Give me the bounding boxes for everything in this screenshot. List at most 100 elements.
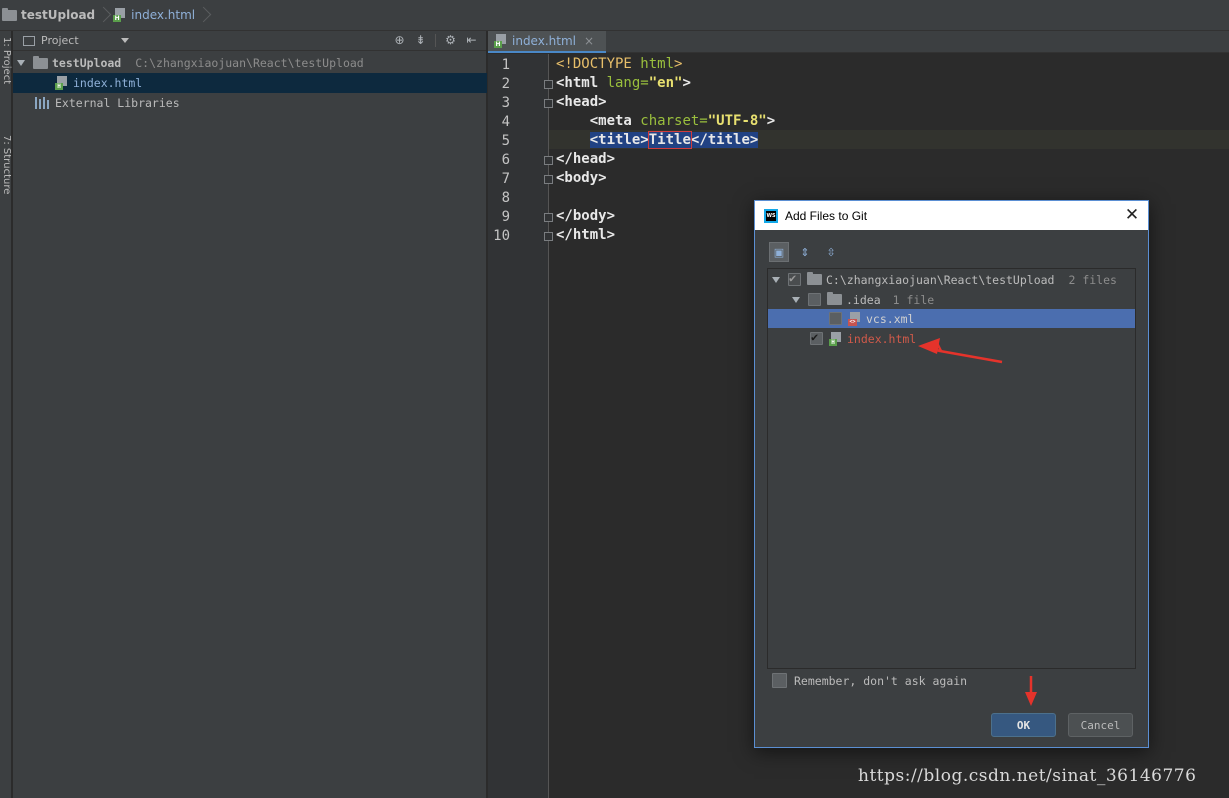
html-file-icon: H (494, 34, 507, 48)
tree-row-label: vcs.xml (866, 311, 915, 326)
remember-option[interactable]: Remember, don't ask again (772, 673, 967, 688)
tree-row-vcs-xml[interactable]: <> vcs.xml (768, 309, 1135, 328)
project-tool-tab[interactable]: 1: Project (0, 37, 12, 84)
html-file-icon: H (55, 76, 68, 90)
breadcrumb-project[interactable]: testUpload (2, 0, 101, 30)
close-icon[interactable]: ✕ (1124, 206, 1140, 224)
add-files-to-git-dialog: Add Files to Git ✕ ▣ ⇕ ⇳ C:\zhangxiaojua… (754, 200, 1149, 748)
code-line-1[interactable]: <!DOCTYPE html> (556, 56, 682, 72)
project-panel-header: Project ⊕ ⇟ ⚙ ⇤ (13, 31, 486, 51)
tree-row-label: .idea (846, 292, 881, 307)
editor-tab[interactable]: H index.html × (488, 31, 606, 53)
line-number: 6 (501, 152, 510, 168)
collapse-all-icon[interactable]: ⇳ (821, 242, 841, 262)
line-gutter: 1 2 3 4 5 6 7 8 9 10 (488, 54, 548, 798)
breadcrumb-project-label: testUpload (21, 8, 96, 22)
remember-checkbox[interactable] (772, 673, 787, 688)
breadcrumb-separator (201, 0, 209, 31)
expand-arrow-icon[interactable] (17, 60, 25, 66)
tree-item-path: C:\zhangxiaojuan\React\testUpload (135, 56, 364, 70)
expand-arrow-icon[interactable] (772, 276, 780, 283)
dialog-toolbar: ▣ ⇕ ⇳ (769, 241, 841, 263)
group-by-directory-icon[interactable]: ▣ (769, 242, 789, 262)
line-number: 4 (501, 114, 510, 130)
code-line-9[interactable]: </body> (556, 208, 615, 224)
breadcrumb-file[interactable]: H index.html (113, 0, 201, 30)
html-file-icon: H (113, 8, 126, 22)
file-count: 1 file (892, 292, 935, 307)
breadcrumb-separator (101, 0, 109, 31)
line-number: 10 (493, 228, 510, 244)
line-number: 3 (501, 95, 510, 111)
gear-icon[interactable]: ⚙ (444, 34, 457, 47)
tree-row-idea[interactable]: .idea 1 file (768, 290, 1135, 309)
library-icon (35, 97, 50, 109)
line-number: 5 (501, 133, 510, 149)
folder-icon (2, 7, 17, 21)
file-count: 2 files (1068, 272, 1117, 287)
fold-marker-icon[interactable] (544, 232, 553, 241)
left-tool-strip: 1: Project 7: Structure (0, 31, 12, 798)
expand-arrow-icon[interactable] (792, 296, 800, 303)
fold-marker-icon[interactable] (544, 213, 553, 222)
code-line-3[interactable]: <head> (556, 94, 607, 110)
line-number: 1 (501, 57, 510, 73)
code-line-6[interactable]: </head> (556, 151, 615, 167)
folder-icon (807, 272, 822, 285)
expand-all-icon[interactable]: ⇕ (795, 242, 815, 262)
scroll-from-source-icon[interactable]: ⊕ (393, 34, 406, 47)
xml-file-icon: <> (848, 311, 861, 326)
fold-marker-icon[interactable] (544, 175, 553, 184)
tree-item-label: index.html (73, 76, 143, 90)
gutter-divider (548, 54, 549, 798)
code-line-5[interactable]: <title>Title</title> (556, 131, 759, 149)
cancel-button[interactable]: Cancel (1068, 713, 1133, 737)
tree-row-index-html[interactable]: H index.html (768, 329, 1135, 348)
navigation-bar: testUpload H index.html (0, 0, 1229, 31)
structure-tool-tab[interactable]: 7: Structure (0, 135, 12, 194)
tree-row-label: C:\zhangxiaojuan\React\testUpload (826, 272, 1055, 287)
toolbar-divider (435, 34, 436, 47)
line-number: 9 (501, 209, 510, 225)
fold-marker-icon[interactable] (544, 99, 553, 108)
code-line-4[interactable]: <meta charset="UTF-8"> (556, 113, 775, 129)
line-number: 8 (501, 190, 510, 206)
dialog-title: Add Files to Git (785, 208, 868, 223)
chevron-down-icon[interactable] (120, 38, 129, 43)
project-view-icon (23, 35, 35, 46)
tree-item-project-root[interactable]: testUpload C:\zhangxiaojuan\React\testUp… (13, 53, 487, 73)
editor-tab-bar: H index.html × (488, 31, 1229, 53)
tree-item-external-libraries[interactable]: External Libraries (13, 93, 487, 113)
webstorm-logo-icon (764, 208, 778, 223)
line-number: 7 (501, 171, 510, 187)
idea-checkbox[interactable] (808, 293, 821, 306)
dialog-title-bar: Add Files to Git ✕ (755, 201, 1148, 230)
changes-tree: C:\zhangxiaojuan\React\testUpload 2 file… (767, 268, 1136, 669)
tree-row-label: index.html (847, 331, 917, 346)
hide-panel-icon[interactable]: ⇤ (465, 34, 478, 47)
tree-item-label: testUpload (52, 56, 122, 70)
html-file-icon: H (829, 331, 842, 346)
code-line-10[interactable]: </html> (556, 227, 615, 243)
code-line-2[interactable]: <html lang="en"> (556, 75, 691, 91)
breadcrumb-file-label: index.html (131, 8, 196, 22)
vcs-xml-checkbox[interactable] (829, 312, 842, 325)
close-icon[interactable]: × (584, 34, 594, 48)
index-html-checkbox[interactable] (810, 330, 823, 345)
ok-button[interactable]: OK (991, 713, 1056, 737)
project-panel: Project ⊕ ⇟ ⚙ ⇤ testUpload C:\zhangxiaoj… (13, 31, 487, 798)
tree-item-label: External Libraries (55, 96, 180, 110)
project-view-selector[interactable]: Project (41, 34, 79, 47)
editor-tab-label: index.html (512, 34, 576, 48)
remember-label: Remember, don't ask again (794, 673, 968, 688)
watermark-text: https://blog.csdn.net/sinat_36146776 (858, 766, 1197, 786)
collapse-all-icon[interactable]: ⇟ (414, 34, 427, 47)
fold-marker-icon[interactable] (544, 80, 553, 89)
code-line-7[interactable]: <body> (556, 170, 607, 186)
tree-item-index-html[interactable]: H index.html (13, 73, 487, 93)
fold-marker-icon[interactable] (544, 156, 553, 165)
tree-row-root[interactable]: C:\zhangxiaojuan\React\testUpload 2 file… (768, 270, 1135, 289)
folder-icon (33, 55, 48, 69)
root-checkbox[interactable] (788, 271, 801, 286)
folder-icon (827, 292, 842, 305)
